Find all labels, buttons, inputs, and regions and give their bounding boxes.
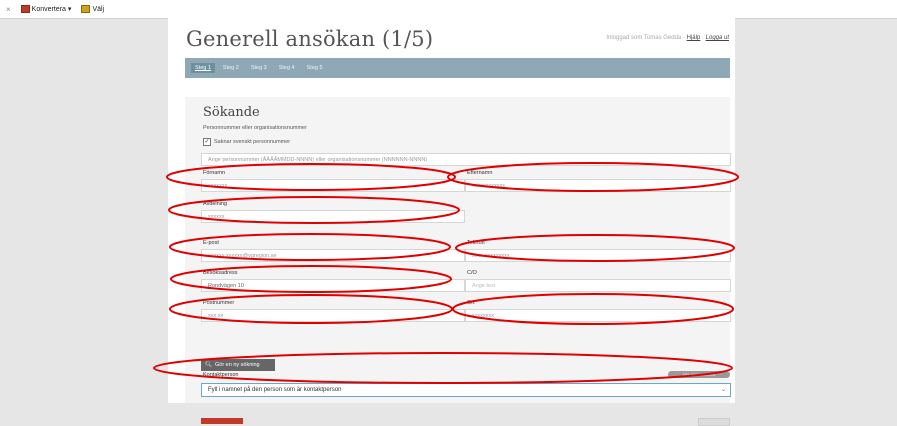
help-link[interactable]: Hjälp [687, 35, 701, 41]
cancel-button[interactable] [201, 418, 243, 424]
top-toolbar: × Konvertera ▾ Välj [0, 0, 897, 19]
postnummer-label: Postnummer [203, 300, 235, 306]
select-button[interactable]: Välj [81, 5, 104, 13]
new-search-label: Gör en ny sökning [214, 362, 260, 368]
missing-pnr-row: ✓ Saknar svenskt personnummer [203, 138, 290, 146]
convert-button[interactable]: Konvertera ▾ [20, 5, 72, 13]
ort-input[interactable]: xxxxxxxx [465, 309, 731, 322]
step-navigation: Steg 1 Steg 2 Steg 3 Steg 4 Steg 5 [185, 58, 730, 78]
id-hint: Personnummer eller organisationsnummer [203, 125, 307, 131]
separator: · [701, 35, 704, 41]
epost-input[interactable]: xxxxxx.xxxxxx@vgregion.se [201, 249, 465, 262]
kontakt-label: Kontaktperson [203, 372, 239, 378]
chevron-down-icon: ▾ [67, 6, 72, 13]
close-icon[interactable]: × [6, 5, 11, 14]
co-input[interactable]: Ange text [465, 279, 731, 292]
tab-step-4[interactable]: Steg 4 [275, 63, 299, 73]
convert-label: Konvertera [31, 5, 66, 13]
select-label: Välj [92, 5, 105, 13]
besok-input[interactable]: Rondvägen 10 [201, 279, 465, 292]
efternamn-input[interactable]: xxxxxxxxxxxx [465, 179, 731, 192]
user-bar: Inloggad som Tomas Gedda · Hjälp · Logga… [606, 35, 729, 41]
tab-step-2[interactable]: Steg 2 [219, 63, 243, 73]
search-icon: 🔍︎ [205, 362, 212, 368]
separator: · [682, 35, 685, 41]
missing-pnr-label: Saknar svenskt personnummer [214, 139, 291, 145]
new-search-button[interactable]: 🔍︎ Gör en ny sökning [201, 359, 275, 371]
tab-step-5[interactable]: Steg 5 [303, 63, 327, 73]
besok-label: Besöksadress [203, 270, 238, 276]
next-button[interactable] [698, 418, 730, 426]
fornamn-label: Förnamn [203, 170, 226, 176]
tab-step-1[interactable]: Steg 1 [191, 63, 215, 73]
fornamn-input[interactable]: xxxxxxx [201, 179, 465, 192]
ort-label: Ort [467, 300, 475, 306]
logged-in-text: Inloggad som Tomas Gedda [606, 35, 682, 41]
avdelning-label: Avdelning [203, 201, 228, 207]
postnummer-input[interactable]: xxx xx [201, 309, 465, 322]
pdf-icon [20, 5, 30, 13]
tab-step-3[interactable]: Steg 3 [247, 63, 271, 73]
application-panel: Generell ansökan (1/5) Inloggad som Toma… [168, 18, 735, 426]
page-title: Generell ansökan (1/5) [186, 27, 434, 51]
kontakt-badge: xxx xxxxxxxxxxx [668, 371, 730, 378]
telefon-label: Telefon [467, 240, 485, 246]
co-label: C/O [467, 270, 477, 276]
telefon-input[interactable]: xxxx-xxxxxxxxx [465, 249, 731, 262]
efternamn-label: Efternamn [467, 170, 493, 176]
id-number-input[interactable]: Ange personnummer (ÅÅÅÅMMDD-NNNN) eller … [201, 153, 731, 166]
kontaktperson-value: Fyll i namnet på den person som är konta… [208, 387, 342, 393]
avdelning-input[interactable]: xxxxxx [201, 210, 465, 223]
missing-pnr-checkbox[interactable]: ✓ [203, 138, 211, 146]
chevron-down-icon: ⌄ [720, 387, 726, 393]
epost-label: E-post [203, 240, 219, 246]
pen-icon [81, 5, 91, 13]
section-title: Sökande [203, 105, 260, 120]
logout-link[interactable]: Logga ut [706, 35, 729, 41]
kontaktperson-input[interactable]: Fyll i namnet på den person som är konta… [201, 383, 731, 397]
applicant-form: Sökande Personnummer eller organisations… [185, 97, 731, 426]
